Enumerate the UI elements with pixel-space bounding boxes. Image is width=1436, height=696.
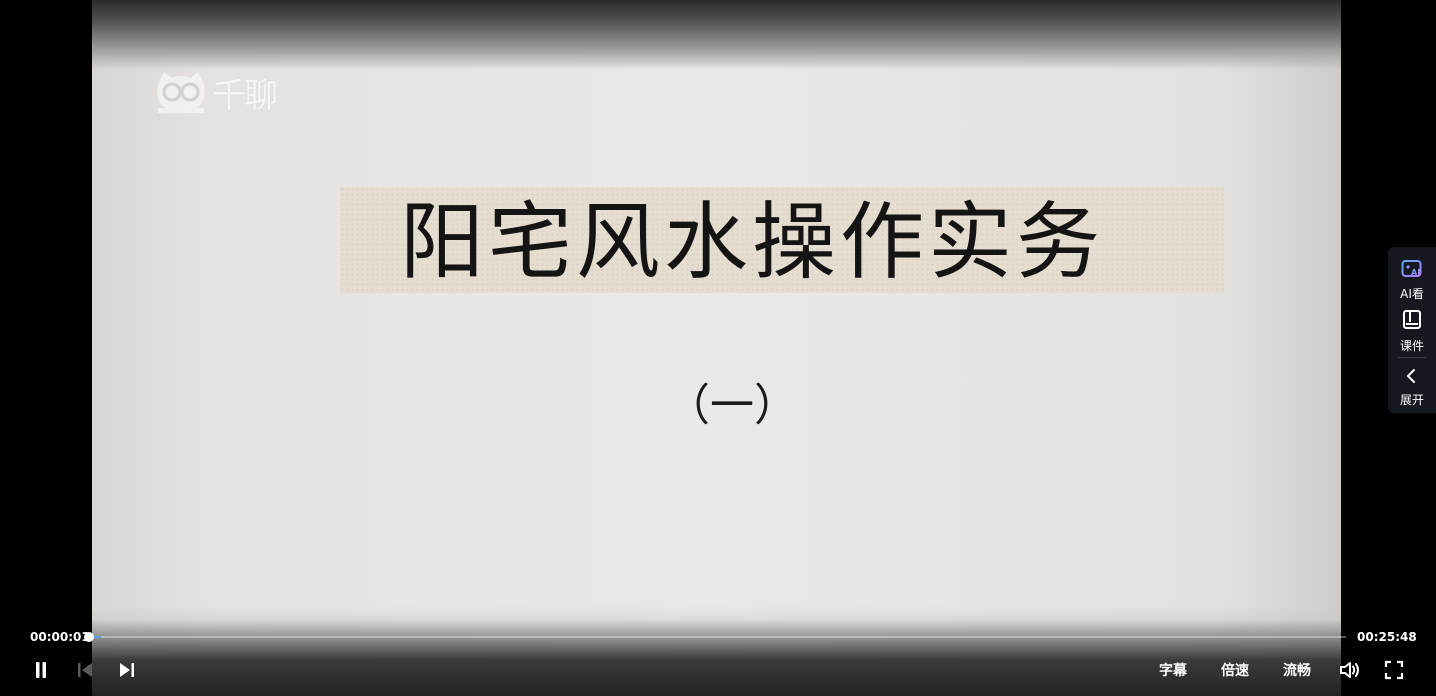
volume-button[interactable] [1338, 657, 1362, 683]
courseware-label: 课件 [1399, 339, 1424, 353]
courseware-button[interactable]: 课件 [1388, 309, 1436, 354]
ai-view-button[interactable]: AI AI看 [1388, 259, 1436, 302]
expand-button[interactable]: 展开 [1388, 367, 1436, 408]
ai-view-icon: AI [1401, 260, 1422, 277]
watermark-text: 千聊 [212, 76, 278, 116]
pause-icon [36, 662, 46, 678]
ai-view-label: AI看 [1400, 287, 1424, 301]
top-gradient [92, 0, 1341, 70]
expand-label: 展开 [1399, 393, 1424, 407]
volume-icon [1340, 662, 1359, 678]
video-frame[interactable]: 千聊 阳宅风水操作实务 （一） [92, 0, 1341, 696]
progress-thumb[interactable] [84, 632, 94, 642]
video-subtitle: （一） [666, 380, 798, 431]
progress-bar[interactable] [88, 636, 1346, 638]
skip-next-icon [120, 663, 134, 677]
speed-button[interactable]: 倍速 [1217, 657, 1253, 683]
svg-text:AI: AI [1411, 268, 1420, 277]
fullscreen-button[interactable] [1382, 657, 1406, 683]
side-divider [1398, 357, 1426, 358]
chevron-left-icon [1407, 369, 1415, 383]
owl-logo-icon [157, 71, 205, 113]
quality-button[interactable]: 流畅 [1279, 657, 1315, 683]
previous-button[interactable] [74, 657, 96, 683]
next-button[interactable] [116, 657, 138, 683]
current-time: 00:00:01 [30, 630, 90, 644]
subtitle-button[interactable]: 字幕 [1155, 657, 1191, 683]
watermark: 千聊 [154, 68, 278, 117]
video-title: 阳宅风水操作实务 [400, 193, 1105, 291]
total-time: 00:25:48 [1357, 630, 1417, 644]
courseware-icon [1403, 310, 1421, 329]
pause-button[interactable] [30, 657, 52, 683]
bottom-gradient [92, 606, 1341, 696]
side-panel: AI AI看 课件 展开 [1388, 247, 1436, 413]
skip-previous-icon [78, 663, 92, 677]
fullscreen-icon [1384, 660, 1404, 680]
video-player[interactable]: 千聊 阳宅风水操作实务 （一） AI AI看 课件 展开 00:00:01 00… [0, 0, 1436, 696]
